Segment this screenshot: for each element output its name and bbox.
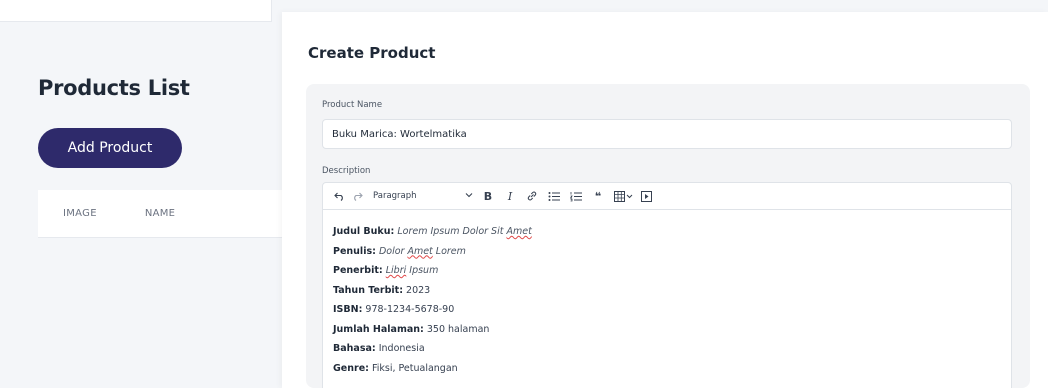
field-value: Fiksi, Petualangan	[372, 363, 458, 374]
link-icon[interactable]	[521, 186, 543, 206]
value-text: 350 halaman	[426, 323, 490, 335]
description-line: Penulis: Dolor Amet Lorem	[333, 242, 1011, 262]
field-label: Jumlah Halaman:	[333, 323, 424, 335]
spellcheck-word: Libri	[385, 265, 407, 276]
create-product-modal: Create Product Product Name Description …	[282, 12, 1048, 388]
top-card	[0, 0, 272, 22]
description-line: ISBN: 978-1234-5678-90	[333, 300, 1011, 320]
product-name-input[interactable]	[322, 119, 1012, 149]
spellcheck-word: Amet	[506, 226, 532, 237]
value-text: 978-1234-5678-90	[365, 304, 455, 315]
description-label: Description	[322, 166, 371, 176]
chevron-down-icon	[465, 191, 473, 201]
value-text: Dolor	[378, 245, 408, 257]
editor-content[interactable]: Judul Buku: Lorem Ipsum Dolor Sit Amet Pe…	[323, 210, 1011, 378]
value-text: Fiksi, Petualangan	[371, 362, 458, 374]
field-label: Penulis:	[333, 245, 376, 257]
block-quote-button[interactable]: ❝	[587, 186, 609, 206]
field-value: Lorem Ipsum Dolor Sit Amet	[397, 226, 531, 237]
field-label: Genre:	[333, 362, 369, 374]
bulleted-list-icon[interactable]	[543, 186, 565, 206]
numbered-list-icon[interactable]	[565, 186, 587, 206]
paragraph-label: Paragraph	[373, 191, 417, 201]
undo-icon[interactable]	[331, 186, 347, 206]
field-value: 350 halaman	[427, 324, 490, 335]
column-header-image[interactable]: IMAGE	[63, 208, 97, 219]
description-line: Judul Buku: Lorem Ipsum Dolor Sit Amet	[333, 222, 1011, 242]
description-line: Bahasa: Indonesia	[333, 339, 1011, 359]
paragraph-dropdown[interactable]: Paragraph	[367, 186, 477, 206]
description-line: Genre: Fiksi, Petualangan	[333, 359, 1011, 379]
spellcheck-word: Amet	[407, 245, 433, 257]
field-label: Judul Buku:	[333, 226, 395, 237]
field-label: Tahun Terbit:	[333, 284, 404, 296]
products-page: Products List Add Product IMAGE NAME	[0, 40, 282, 388]
redo-icon[interactable]	[347, 186, 367, 206]
field-value: 2023	[406, 285, 430, 296]
page-title: Products List	[38, 76, 190, 100]
field-value: Dolor Amet Lorem	[379, 246, 466, 257]
value-text: Indonesia	[378, 343, 425, 354]
description-line: Tahun Terbit: 2023	[333, 281, 1011, 301]
column-header-name[interactable]: NAME	[145, 208, 175, 219]
description-line: Jumlah Halaman: 350 halaman	[333, 320, 1011, 340]
value-text: 2023	[406, 284, 431, 296]
italic-button[interactable]: I	[499, 186, 521, 206]
bold-button[interactable]: B	[477, 186, 499, 206]
field-label: Penerbit:	[333, 265, 383, 276]
description-line: Penerbit: Libri Ipsum	[333, 261, 1011, 281]
field-value: 978-1234-5678-90	[365, 304, 454, 315]
insert-media-icon[interactable]	[637, 186, 655, 206]
field-label: ISBN:	[333, 304, 363, 315]
field-value: Libri Ipsum	[386, 265, 439, 276]
editor-toolbar: Paragraph B I ❝	[323, 183, 1011, 210]
description-editor[interactable]: Paragraph B I ❝ Judul Buku: Lorem Ipsum …	[322, 182, 1012, 388]
value-text: Lorem Ipsum Dolor Sit	[397, 226, 507, 237]
add-product-button[interactable]: Add Product	[38, 128, 182, 168]
field-label: Bahasa:	[333, 343, 376, 354]
product-form: Product Name Description Paragraph B I	[306, 84, 1030, 388]
modal-title: Create Product	[308, 44, 436, 62]
field-value: Indonesia	[379, 343, 425, 354]
value-text: Ipsum	[406, 265, 439, 276]
insert-table-icon[interactable]	[609, 186, 637, 206]
product-name-label: Product Name	[322, 100, 383, 110]
table-header: IMAGE NAME	[38, 190, 282, 238]
value-text: Lorem	[432, 245, 466, 257]
